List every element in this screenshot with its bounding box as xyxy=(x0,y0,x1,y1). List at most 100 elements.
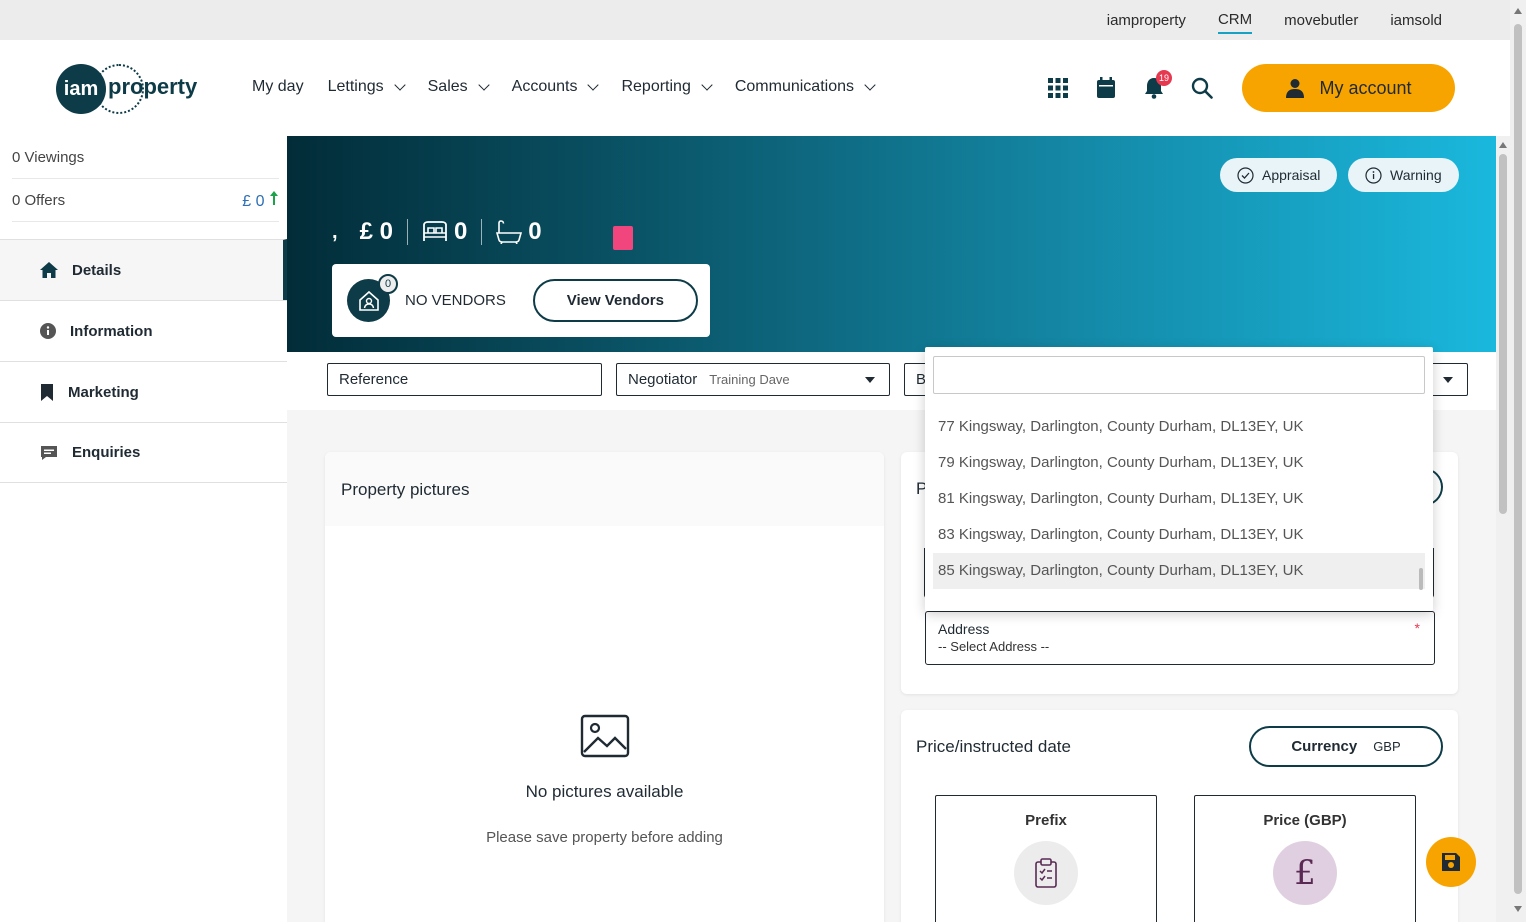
address-select[interactable]: Address -- Select Address -- * xyxy=(925,611,1435,665)
nav-communications[interactable]: Communications xyxy=(734,78,876,96)
prefix-box[interactable]: Prefix xyxy=(935,795,1157,922)
offers-label: 0 Offers xyxy=(12,191,66,209)
nav-label: Communications xyxy=(734,78,854,95)
scroll-down-icon xyxy=(1514,906,1522,912)
sidebar-item-information[interactable]: Information xyxy=(0,300,287,361)
nav-my-day[interactable]: My day xyxy=(252,78,304,96)
dropdown-option[interactable]: 81 Kingsway, Darlington, County Durham, … xyxy=(933,481,1425,517)
main-nav: My day Lettings Sales Accounts Reporting… xyxy=(252,78,876,96)
top-utility-bar: iamproperty CRM movebutler iamsold xyxy=(0,0,1510,40)
info-icon xyxy=(40,323,56,339)
property-pictures-card: Property pictures No pictures available … xyxy=(325,452,884,922)
nav-lettings[interactable]: Lettings xyxy=(328,78,406,96)
save-button[interactable] xyxy=(1426,837,1476,887)
bookmark-icon xyxy=(41,383,53,401)
content-scroll-thumb[interactable] xyxy=(1499,154,1507,514)
chat-icon xyxy=(41,445,57,460)
page-scrollbar[interactable] xyxy=(1510,0,1526,922)
vendors-count-badge: 0 xyxy=(378,274,398,294)
warning-button[interactable]: Warning xyxy=(1348,158,1459,192)
page-scroll-thumb[interactable] xyxy=(1514,24,1522,894)
nav-sales[interactable]: Sales xyxy=(427,78,490,96)
house-person-icon xyxy=(358,290,379,311)
main-header: iam property My day Lettings Sales Accou… xyxy=(0,40,1510,136)
required-marker: * xyxy=(1414,620,1420,636)
sidebar-item-label: Marketing xyxy=(68,383,139,401)
address-dropdown: 77 Kingsway, Darlington, County Durham, … xyxy=(925,347,1433,611)
offers-value: £ 0 xyxy=(242,190,279,211)
notification-badge: 19 xyxy=(1156,70,1172,86)
offers-stat[interactable]: 0 Offers £ 0 xyxy=(12,179,279,222)
reference-field[interactable]: Reference xyxy=(327,363,602,396)
address-label: Address xyxy=(938,621,990,637)
address-value: -- Select Address -- xyxy=(938,639,1050,654)
appraisal-button[interactable]: Appraisal xyxy=(1220,158,1338,192)
logo-word: property xyxy=(108,74,198,99)
sidebar-item-marketing[interactable]: Marketing xyxy=(0,361,287,422)
topbar-link-movebutler[interactable]: movebutler xyxy=(1284,8,1358,33)
logo-mark: iam xyxy=(56,64,106,114)
user-icon xyxy=(1286,79,1305,98)
price-card-title: Price/instructed date xyxy=(916,737,1071,756)
scroll-up-icon xyxy=(1499,142,1507,148)
check-circle-icon xyxy=(1237,166,1254,184)
viewings-label: 0 Viewings xyxy=(12,148,85,166)
viewings-stat[interactable]: 0 Viewings xyxy=(12,136,279,179)
divider xyxy=(406,219,408,245)
topbar-link-iamsold[interactable]: iamsold xyxy=(1390,8,1442,33)
chevron-down-icon xyxy=(701,78,713,91)
negotiator-label: Negotiator xyxy=(628,371,698,388)
dropdown-option[interactable]: 77 Kingsway, Darlington, County Durham, … xyxy=(933,409,1425,445)
sidebar-item-enquiries[interactable]: Enquiries xyxy=(0,422,287,483)
nav-label: Sales xyxy=(427,78,468,95)
nav-accounts[interactable]: Accounts xyxy=(511,78,600,96)
negotiator-select[interactable]: Negotiator Training Dave xyxy=(616,363,890,396)
floppy-disk-icon xyxy=(1442,853,1460,871)
appraisal-label: Appraisal xyxy=(1262,167,1321,183)
sidebar-item-label: Enquiries xyxy=(72,444,141,461)
dropdown-scrollbar[interactable] xyxy=(1419,568,1423,590)
baths-count: 0 xyxy=(528,218,542,245)
chevron-down-icon xyxy=(864,78,876,91)
topbar-link-crm[interactable]: CRM xyxy=(1217,7,1253,34)
currency-button[interactable]: Currency GBP xyxy=(1249,726,1443,767)
arrow-up-icon xyxy=(270,190,278,205)
topbar-link-iamproperty[interactable]: iamproperty xyxy=(1107,8,1186,33)
scroll-up-icon xyxy=(1514,8,1522,14)
calendar-icon[interactable] xyxy=(1094,76,1118,100)
view-vendors-button[interactable]: View Vendors xyxy=(532,279,698,322)
nav-label: Accounts xyxy=(511,78,578,95)
bell-icon[interactable]: 19 xyxy=(1142,70,1172,100)
bath-icon xyxy=(496,220,523,244)
no-vendors-text: NO VENDORS xyxy=(405,292,506,309)
dropdown-option[interactable]: 79 Kingsway, Darlington, County Durham, … xyxy=(933,445,1425,481)
chevron-down-icon xyxy=(587,78,600,91)
status-color-indicator xyxy=(613,226,633,250)
dropdown-option-highlighted[interactable]: 85 Kingsway, Darlington, County Durham, … xyxy=(933,553,1425,589)
my-account-button[interactable]: My account xyxy=(1242,64,1455,112)
warning-label: Warning xyxy=(1390,167,1442,183)
dropdown-option[interactable]: 83 Kingsway, Darlington, County Durham, … xyxy=(933,517,1425,553)
nav-reporting[interactable]: Reporting xyxy=(621,78,713,96)
offers-amount: £ 0 xyxy=(242,192,265,210)
logo[interactable]: iam property xyxy=(56,64,206,114)
caret-down-icon xyxy=(865,377,875,383)
content-scrollbar[interactable] xyxy=(1496,136,1510,922)
sidebar-item-label: Information xyxy=(70,322,153,340)
chevron-down-icon xyxy=(477,78,490,91)
price-box[interactable]: Price (GBP) £ xyxy=(1194,795,1416,922)
search-icon[interactable] xyxy=(1190,76,1214,100)
negotiator-value: Training Dave xyxy=(709,372,790,387)
sidebar-item-details[interactable]: Details xyxy=(0,239,287,300)
vendor-avatar: 0 xyxy=(347,274,398,322)
image-placeholder-icon xyxy=(325,714,884,763)
price-card: Price/instructed date Currency GBP Prefi… xyxy=(901,710,1458,922)
nav-label: My day xyxy=(252,78,304,95)
grid-icon[interactable] xyxy=(1046,76,1070,100)
reference-label: Reference xyxy=(339,371,409,388)
dropdown-search-input[interactable] xyxy=(933,356,1425,394)
sidebar: 0 Viewings 0 Offers £ 0 Details Informat… xyxy=(0,136,287,922)
nav-label: Reporting xyxy=(621,78,691,95)
no-pictures-subtitle: Please save property before adding xyxy=(486,829,723,846)
pound-icon: £ xyxy=(1273,841,1337,905)
